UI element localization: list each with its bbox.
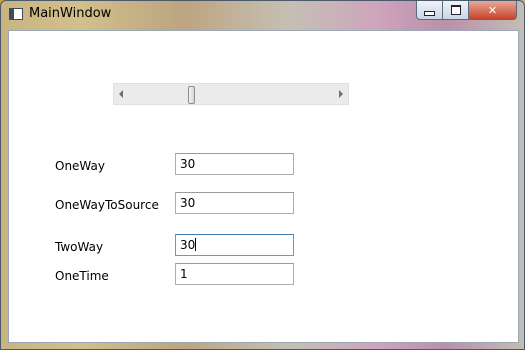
arrow-left-icon[interactable] xyxy=(119,90,123,98)
oneway-label: OneWay xyxy=(55,159,105,173)
arrow-right-icon[interactable] xyxy=(339,90,343,98)
onetime-label: OneTime xyxy=(55,269,109,283)
window-title: MainWindow xyxy=(29,6,112,21)
oneway-value: 30 xyxy=(180,157,196,171)
main-window: MainWindow ✕ OneWay 30 OneWayToSource 30 xyxy=(0,0,525,350)
oneway-field[interactable]: 30 xyxy=(175,153,294,175)
onewaytosource-label: OneWayToSource xyxy=(55,198,159,212)
close-icon: ✕ xyxy=(487,3,498,17)
twoway-field[interactable]: 30 xyxy=(175,234,294,256)
slider-thumb[interactable] xyxy=(187,86,195,104)
twoway-label: TwoWay xyxy=(55,240,104,254)
caption-buttons: ✕ xyxy=(416,1,519,21)
value-slider[interactable] xyxy=(113,83,349,105)
onewaytosource-value: 30 xyxy=(180,196,196,210)
client-area: OneWay 30 OneWayToSource 30 TwoWay 30 On… xyxy=(8,30,519,343)
onetime-field[interactable]: 1 xyxy=(175,263,294,285)
twoway-value: 30 xyxy=(180,238,196,252)
maximize-button[interactable] xyxy=(443,1,469,20)
app-icon xyxy=(9,8,23,20)
close-button[interactable]: ✕ xyxy=(469,1,517,20)
onetime-value: 1 xyxy=(180,267,188,281)
text-caret xyxy=(195,238,197,251)
onewaytosource-field[interactable]: 30 xyxy=(175,192,294,214)
title-bar[interactable]: MainWindow ✕ xyxy=(1,1,524,29)
maximize-icon xyxy=(450,5,461,15)
minimize-icon xyxy=(424,10,435,16)
minimize-button[interactable] xyxy=(416,1,443,20)
